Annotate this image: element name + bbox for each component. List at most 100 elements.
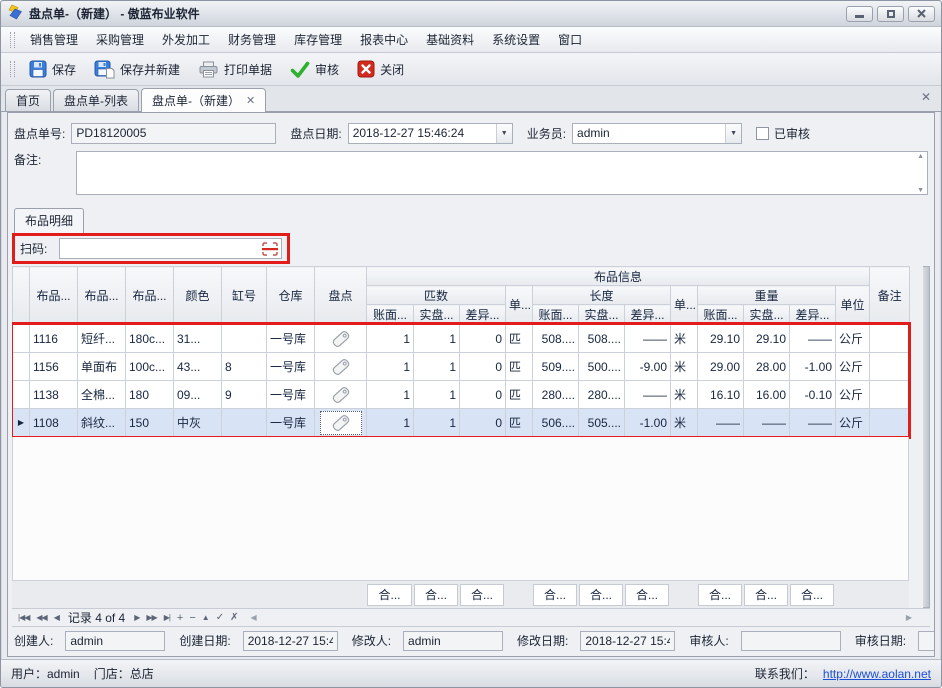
scan-input[interactable] (59, 238, 282, 259)
tab-home[interactable]: 首页 (5, 89, 51, 111)
cell[interactable] (222, 409, 267, 437)
remark-scrollbar[interactable]: ▲ ▼ (917, 153, 924, 194)
cell[interactable]: 506.... (533, 409, 579, 437)
menu-settings[interactable]: 系统设置 (484, 28, 548, 51)
menu-finance[interactable]: 财务管理 (220, 28, 284, 51)
row-selector[interactable] (13, 325, 30, 353)
cell[interactable]: 1108 (30, 409, 78, 437)
cell[interactable]: 匹 (506, 325, 533, 353)
website-link[interactable]: http://www.aolan.net (823, 667, 931, 681)
cell[interactable] (870, 353, 910, 381)
audit-button[interactable]: 审核 (281, 57, 348, 82)
sum-pieces-actual[interactable]: 合... (414, 584, 458, 606)
cell[interactable]: 0 (460, 409, 506, 437)
cell[interactable]: —— (790, 325, 836, 353)
cell[interactable]: 公斤 (836, 381, 870, 409)
sum-length-diff[interactable]: 合... (625, 584, 669, 606)
cell[interactable]: 1 (414, 381, 460, 409)
cell[interactable]: 505.... (579, 409, 625, 437)
tabstrip-close-icon[interactable]: ✕ (921, 90, 931, 104)
row-selector[interactable] (13, 353, 30, 381)
nav-commit-icon[interactable]: ✓ (214, 612, 225, 623)
sum-length-book[interactable]: 合... (533, 584, 577, 606)
col-length-diff[interactable]: 差异... (625, 305, 671, 324)
cell[interactable]: -9.00 (625, 353, 671, 381)
menu-outsource[interactable]: 外发加工 (154, 28, 218, 51)
col-length-actual[interactable]: 实盘... (579, 305, 625, 324)
col-dyelot[interactable]: 缸号 (222, 267, 267, 324)
count-cell[interactable] (315, 325, 367, 353)
count-cell-focused[interactable] (315, 409, 367, 437)
cell[interactable]: 米 (671, 381, 698, 409)
cell[interactable]: 16.00 (744, 381, 790, 409)
nav-delete-icon[interactable]: − (187, 612, 196, 624)
remark-textarea[interactable] (76, 151, 928, 195)
cell[interactable]: 1 (414, 325, 460, 353)
col-remark[interactable]: 备注 (870, 267, 910, 324)
menu-inventory[interactable]: 库存管理 (286, 28, 350, 51)
cell[interactable]: 匹 (506, 353, 533, 381)
maximize-button[interactable] (877, 6, 904, 22)
scroll-down-icon[interactable]: ▼ (917, 187, 924, 194)
creator-field[interactable] (65, 631, 165, 651)
cell[interactable]: 全棉... (78, 381, 126, 409)
close-form-button[interactable]: 关闭 (348, 56, 413, 82)
cell[interactable] (870, 409, 910, 437)
cell[interactable]: 100c... (126, 353, 174, 381)
cell[interactable]: 1 (414, 409, 460, 437)
row-selector-active[interactable]: ▶ (13, 409, 30, 437)
table-row-selected[interactable]: ▶ 1108 斜纹... 150 中灰 一号库 1 1 0 匹 (13, 409, 910, 437)
col-weight-unit[interactable]: 单位 (836, 286, 870, 324)
cell[interactable]: —— (744, 409, 790, 437)
tag-icon[interactable] (320, 327, 362, 351)
sum-pieces-book[interactable]: 合... (367, 584, 412, 606)
tab-list[interactable]: 盘点单-列表 (53, 89, 139, 111)
nav-next-icon[interactable]: ▶ (132, 613, 141, 622)
menu-purchase[interactable]: 采购管理 (88, 28, 152, 51)
auditor-field[interactable] (741, 631, 841, 651)
cell[interactable]: 米 (671, 409, 698, 437)
cell[interactable]: 公斤 (836, 325, 870, 353)
date-picker[interactable]: 2018-12-27 15:46:24 ▼ (348, 123, 513, 144)
cell[interactable]: —— (625, 325, 671, 353)
barcode-scan-icon[interactable] (262, 242, 278, 259)
count-cell[interactable] (315, 353, 367, 381)
menu-sales[interactable]: 销售管理 (22, 28, 86, 51)
count-cell[interactable] (315, 381, 367, 409)
table-row[interactable]: 1116 短纤... 180c... 31... 一号库 1 1 0 匹 508… (13, 325, 910, 353)
nav-edit-icon[interactable]: ▲ (200, 613, 211, 622)
cell[interactable]: 米 (671, 325, 698, 353)
cell[interactable]: 1116 (30, 325, 78, 353)
cell[interactable] (870, 325, 910, 353)
cell[interactable]: 斜纹... (78, 409, 126, 437)
clerk-select[interactable]: admin ▼ (572, 123, 742, 144)
col-color[interactable]: 颜色 (174, 267, 222, 324)
col-warehouse[interactable]: 仓库 (267, 267, 315, 324)
cell[interactable]: 1 (414, 353, 460, 381)
tab-close-icon[interactable]: ✕ (246, 94, 255, 107)
close-button[interactable] (908, 6, 935, 22)
nav-prev-page-icon[interactable]: ◀◀ (34, 613, 48, 622)
cell[interactable]: 1 (367, 409, 414, 437)
cell[interactable]: 1138 (30, 381, 78, 409)
col-count[interactable]: 盘点 (315, 267, 367, 324)
cell[interactable]: 508.... (579, 325, 625, 353)
menu-window[interactable]: 窗口 (550, 28, 590, 51)
cell[interactable]: 1 (367, 325, 414, 353)
cell[interactable] (222, 325, 267, 353)
col-fabric-3[interactable]: 布品... (126, 267, 174, 324)
menu-basic-data[interactable]: 基础资料 (418, 28, 482, 51)
nav-next-page-icon[interactable]: ▶▶ (144, 613, 158, 622)
tab-fabric-detail[interactable]: 布品明细 (14, 208, 84, 233)
cell[interactable]: 短纤... (78, 325, 126, 353)
nav-last-icon[interactable]: ▶| (162, 613, 172, 622)
col-pieces-book[interactable]: 账面... (367, 305, 414, 324)
cell[interactable]: 9 (222, 381, 267, 409)
minimize-button[interactable] (846, 6, 873, 22)
cell[interactable]: 508.... (533, 325, 579, 353)
table-row[interactable]: 1138 全棉... 180 09... 9 一号库 1 1 0 匹 280..… (13, 381, 910, 409)
col-weight-actual[interactable]: 实盘... (744, 305, 790, 324)
col-length-unit[interactable]: 单... (671, 286, 698, 324)
nav-first-icon[interactable]: |◀◀ (16, 613, 31, 622)
modifier-field[interactable] (403, 631, 503, 651)
